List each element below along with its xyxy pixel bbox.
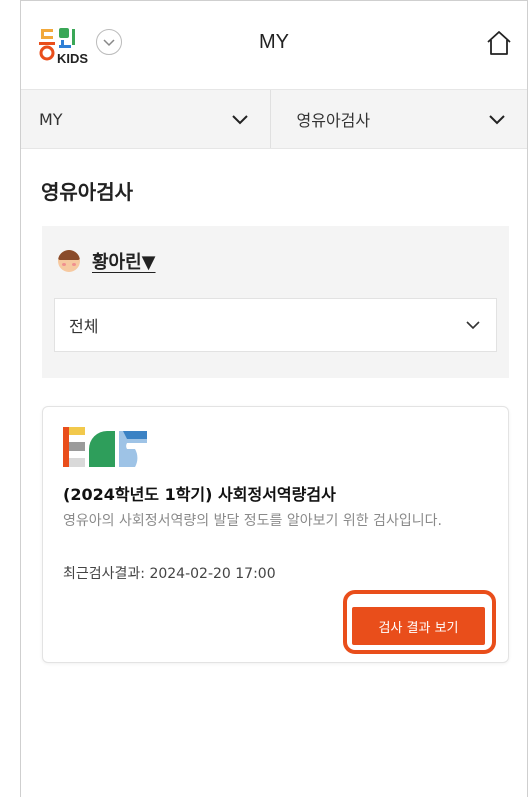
chevron-down-icon	[489, 115, 505, 125]
last-result-date: 최근검사결과: 2024-02-20 17:00	[63, 566, 276, 582]
nav-dropdown-my-label: MY	[39, 109, 63, 129]
test-description: 영유아의 사회정서역량의 발달 정도를 알아보기 위한 검사입니다.	[63, 513, 442, 529]
filter-panel: 황아린▼ 전체	[42, 226, 509, 378]
page-title: 영유아검사	[41, 180, 133, 204]
home-button[interactable]	[485, 29, 513, 57]
view-result-button[interactable]: 검사 결과 보기	[352, 607, 485, 645]
child-name: 황아린▼	[92, 252, 156, 273]
app-frame: KIDS MY MY 영유아검사 영유아검사 황아린▼ 전체 (2024학년도 …	[20, 0, 528, 797]
ecs-logo-icon	[63, 427, 147, 467]
nav-dropdown-screening-label: 영유아검사	[296, 111, 371, 130]
child-selector[interactable]: 황아린▼	[58, 248, 156, 274]
test-card: (2024학년도 1학기) 사회정서역량검사 영유아의 사회정서역량의 발달 정…	[42, 406, 509, 663]
navigation-bar: MY 영유아검사	[21, 89, 527, 149]
chevron-down-icon	[231, 115, 248, 125]
top-bar: KIDS MY	[21, 1, 527, 89]
test-filter-value: 전체	[69, 317, 99, 336]
ecs-logo	[63, 425, 147, 469]
nav-dropdown-my[interactable]: MY	[21, 90, 270, 148]
test-title: (2024학년도 1학기) 사회정서역량검사	[63, 485, 336, 504]
child-avatar-icon	[58, 250, 80, 272]
chevron-down-icon	[466, 321, 480, 330]
header-title: MY	[259, 31, 289, 53]
test-filter-select[interactable]: 전체	[54, 298, 497, 352]
home-icon	[487, 31, 511, 55]
nav-dropdown-screening[interactable]: 영유아검사	[269, 90, 528, 148]
